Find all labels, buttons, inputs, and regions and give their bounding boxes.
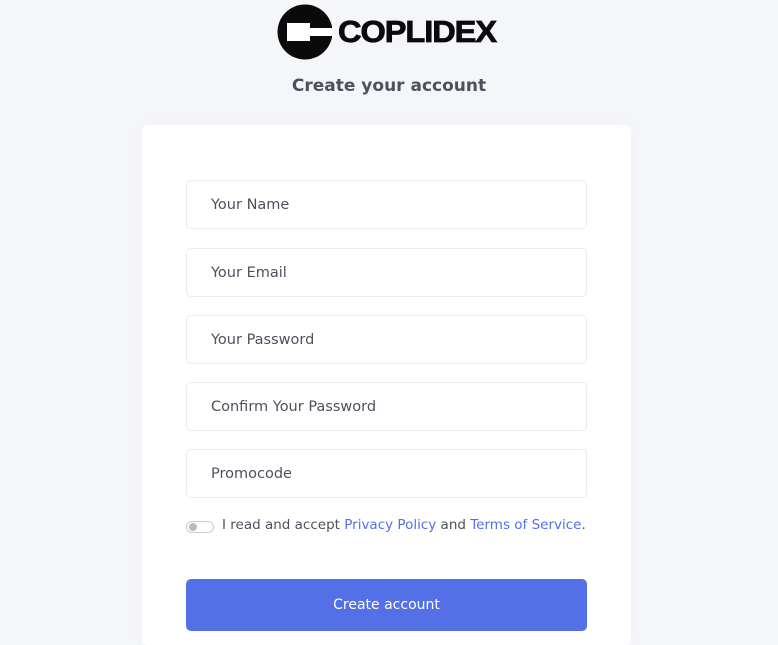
toggle-knob [189, 523, 197, 531]
signup-card: I read and accept Privacy Policy and Ter… [142, 125, 631, 645]
brand-logo[interactable]: COPLIDEX [277, 4, 497, 60]
terms-of-service-link[interactable]: Terms of Service [470, 517, 581, 533]
terms-text-before: I read and accept [222, 517, 345, 533]
terms-text-middle: and [436, 517, 471, 533]
terms-text: I read and accept Privacy Policy and Ter… [222, 515, 586, 536]
confirm-password-input[interactable] [186, 382, 587, 431]
password-input[interactable] [186, 315, 587, 364]
name-input[interactable] [186, 180, 587, 229]
terms-agreement: I read and accept Privacy Policy and Ter… [186, 515, 587, 536]
create-account-button[interactable]: Create account [186, 579, 587, 631]
brand-name: COPLIDEX [338, 14, 498, 50]
accept-terms-toggle[interactable] [186, 521, 214, 533]
terms-text-after: . [581, 517, 586, 533]
coplidex-logo-icon [277, 4, 333, 60]
page-subtitle: Create your account [291, 76, 487, 96]
privacy-policy-link[interactable]: Privacy Policy [344, 517, 436, 533]
email-input[interactable] [186, 248, 587, 297]
promocode-input[interactable] [186, 449, 587, 498]
